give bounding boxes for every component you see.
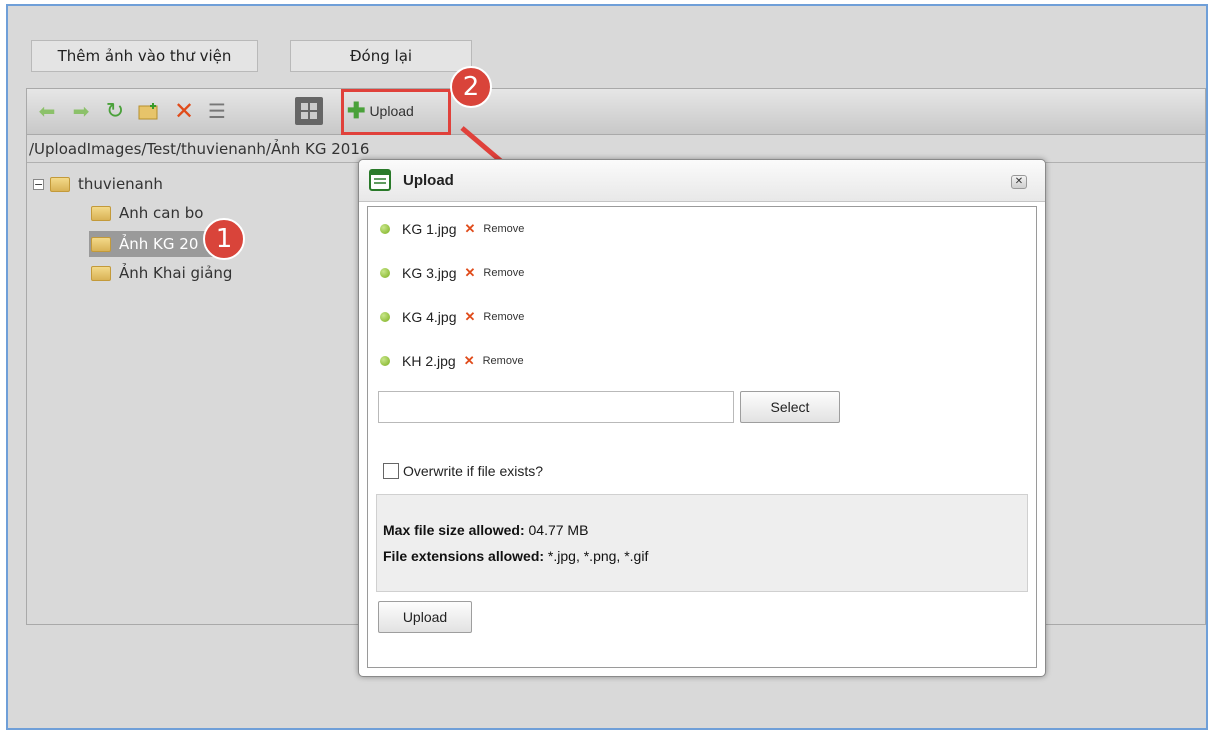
file-name: KG 1.jpg (402, 221, 457, 237)
max-size-label: Max file size allowed: (383, 522, 525, 538)
select-button[interactable]: Select (740, 391, 840, 423)
file-name: KH 2.jpg (402, 353, 456, 369)
status-dot-icon (380, 224, 390, 234)
remove-x-icon[interactable]: ✕ (464, 265, 475, 281)
upload-limits-info: Max file size allowed: 04.77 MB File ext… (376, 494, 1028, 592)
upload-dialog: Upload ✕ KG 1.jpg ✕ Remove KG 3.jpg ✕ Re… (358, 159, 1046, 677)
extensions-value: *.jpg, *.png, *.gif (544, 548, 649, 564)
remove-x-icon[interactable]: ✕ (464, 353, 475, 369)
dialog-titlebar: Upload ✕ (359, 160, 1045, 202)
overwrite-option: Overwrite if file exists? (383, 463, 543, 479)
upload-submit-button[interactable]: Upload (378, 601, 472, 633)
file-item: KG 1.jpg ✕ Remove (380, 218, 524, 240)
overwrite-checkbox[interactable] (383, 463, 399, 479)
close-icon[interactable]: ✕ (1011, 175, 1027, 189)
status-dot-icon (380, 268, 390, 278)
remove-link[interactable]: Remove (483, 355, 524, 367)
extensions-line: File extensions allowed: *.jpg, *.png, *… (383, 548, 648, 564)
file-item: KG 3.jpg ✕ Remove (380, 262, 524, 284)
file-item: KG 4.jpg ✕ Remove (380, 306, 524, 328)
remove-link[interactable]: Remove (483, 311, 524, 323)
dialog-title: Upload (403, 172, 454, 189)
file-path-input[interactable] (378, 391, 734, 423)
max-size-line: Max file size allowed: 04.77 MB (383, 522, 588, 538)
file-name: KG 3.jpg (402, 265, 457, 281)
max-size-value: 04.77 MB (524, 522, 589, 538)
dialog-icon (369, 169, 391, 191)
file-item: KH 2.jpg ✕ Remove (380, 350, 524, 372)
remove-link[interactable]: Remove (483, 267, 524, 279)
remove-x-icon[interactable]: ✕ (464, 309, 475, 325)
status-dot-icon (380, 356, 390, 366)
file-name: KG 4.jpg (402, 309, 457, 325)
remove-link[interactable]: Remove (483, 223, 524, 235)
extensions-label: File extensions allowed: (383, 548, 545, 564)
status-dot-icon (380, 312, 390, 322)
dialog-body: KG 1.jpg ✕ Remove KG 3.jpg ✕ Remove KG 4… (367, 206, 1037, 668)
remove-x-icon[interactable]: ✕ (464, 221, 475, 237)
overwrite-label: Overwrite if file exists? (403, 463, 544, 479)
